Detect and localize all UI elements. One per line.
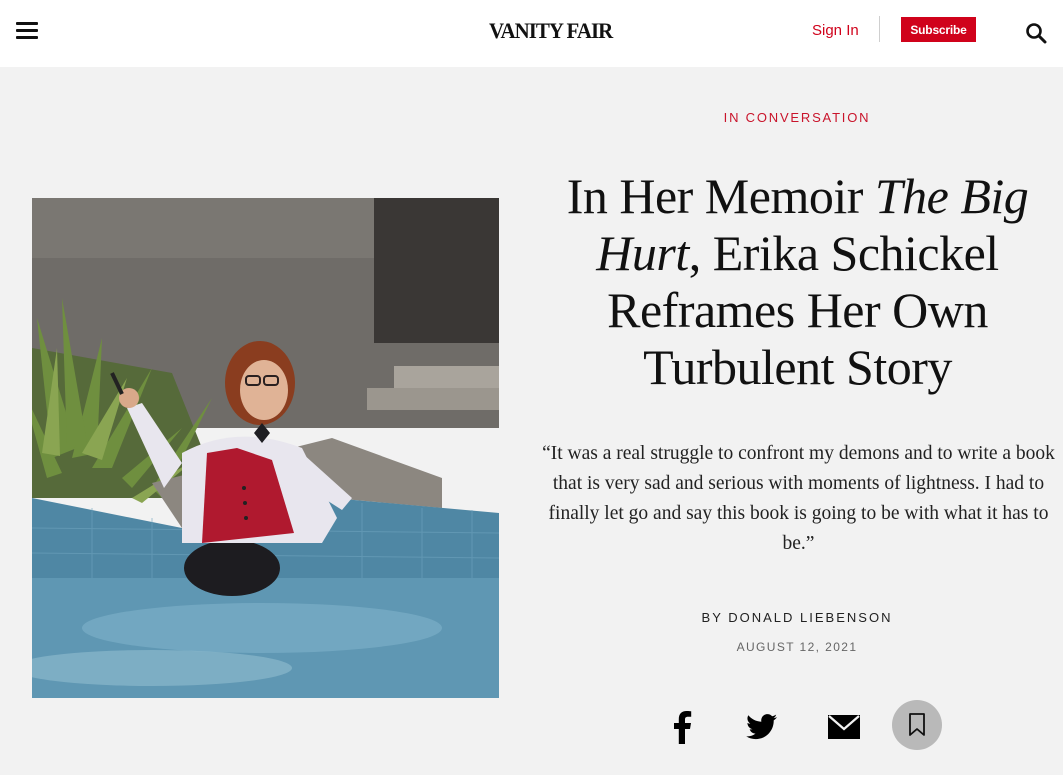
site-header: VANITY FAIR Sign In Subscribe bbox=[0, 0, 1063, 67]
article-rubric[interactable]: IN CONVERSATION bbox=[547, 110, 1047, 125]
twitter-icon[interactable] bbox=[743, 706, 781, 748]
search-icon[interactable] bbox=[1025, 22, 1047, 44]
sign-in-link[interactable]: Sign In bbox=[812, 22, 859, 39]
site-logo[interactable]: VANITY FAIR bbox=[489, 18, 613, 44]
author-link[interactable]: DONALD LIEBENSON bbox=[728, 610, 892, 625]
article-dek: “It was a real struggle to confront my d… bbox=[542, 443, 1055, 554]
menu-icon[interactable] bbox=[16, 22, 38, 42]
article-hero-image bbox=[32, 198, 499, 698]
email-icon[interactable] bbox=[824, 706, 864, 748]
subscribe-button[interactable]: Subscribe bbox=[901, 17, 976, 42]
bookmark-icon[interactable] bbox=[892, 700, 942, 750]
byline-prefix: BY bbox=[701, 610, 729, 625]
publish-date: AUGUST 12, 2021 bbox=[736, 640, 858, 654]
byline: BY DONALD LIEBENSON bbox=[547, 610, 1047, 625]
headline-part-1: In Her Memoir bbox=[566, 168, 875, 224]
article-headline: In Her Memoir The Big Hurt, Erika Schick… bbox=[540, 168, 1055, 396]
facebook-icon[interactable] bbox=[664, 706, 700, 748]
header-divider bbox=[879, 16, 880, 42]
